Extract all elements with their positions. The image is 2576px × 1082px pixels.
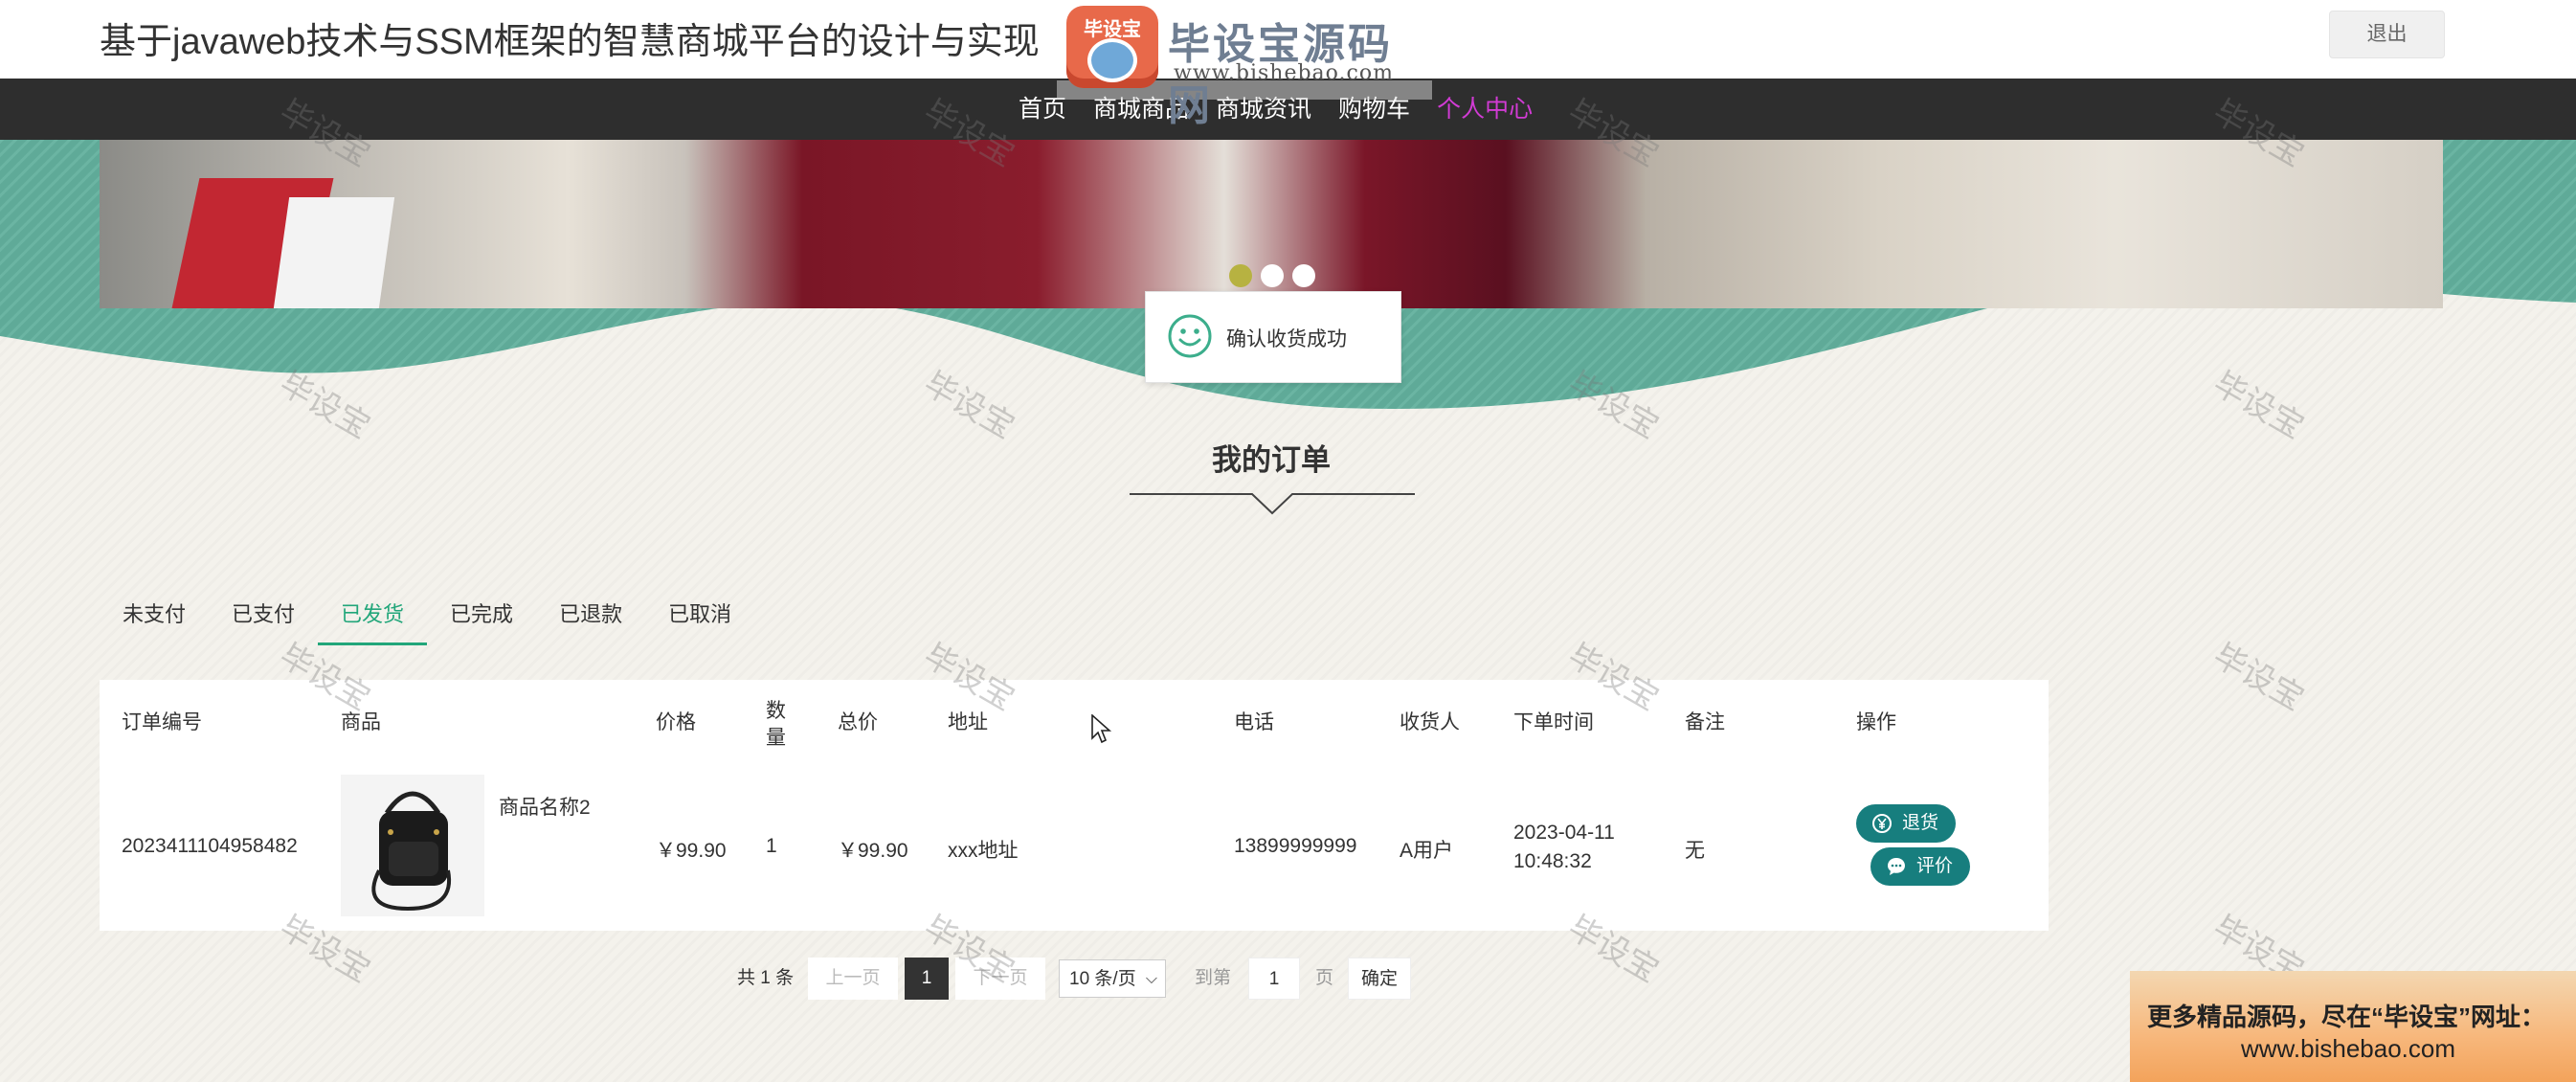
quantity: 1	[766, 835, 777, 857]
receiver: A用户	[1400, 840, 1454, 862]
site-logo: 毕设宝 毕设宝源码网 www.bishebao.com	[1057, 0, 1432, 129]
header-action: 操作	[1856, 711, 1896, 733]
toast-message: 确认收货成功	[1226, 328, 1347, 350]
review-label: 评价	[1916, 856, 1954, 876]
carousel-dot-1[interactable]	[1229, 264, 1252, 287]
promo-url: www.bishebao.com	[2241, 1034, 2455, 1063]
goto-confirm-button[interactable]: 确定	[1348, 958, 1411, 1000]
review-button[interactable]: 评价	[1870, 847, 1971, 886]
yen-icon	[1872, 814, 1892, 833]
header-total: 总价	[838, 711, 878, 733]
page-size-select[interactable]: 10 条/页 ⌵	[1059, 959, 1166, 998]
header-address: 地址	[948, 711, 988, 733]
carousel-indicators	[1229, 264, 1315, 287]
smile-icon	[1168, 314, 1212, 358]
tab-unpaid[interactable]: 未支付	[100, 596, 209, 645]
header-remark: 备注	[1685, 711, 1725, 733]
tab-refunded[interactable]: 已退款	[536, 596, 645, 645]
chat-icon	[1888, 858, 1905, 875]
logo-url: www.bishebao.com	[1174, 61, 1394, 85]
carousel-dot-3[interactable]	[1292, 264, 1315, 287]
logo-face-icon	[1087, 38, 1137, 82]
goto-page-input[interactable]: 1	[1248, 958, 1300, 1000]
total-price: ￥99.90	[838, 840, 908, 862]
order-status-tabs: 未支付 已支付 已发货 已完成 已退款 已取消	[100, 596, 754, 645]
chevron-down-icon: ⌵	[1145, 971, 1157, 987]
return-label: 退货	[1902, 813, 1939, 833]
order-no: 2023411104958482	[122, 835, 298, 857]
logout-button[interactable]: 退出	[2329, 11, 2445, 58]
phone: 13899999999	[1234, 835, 1357, 857]
watermark: 毕设宝	[2206, 637, 2310, 718]
nav-item-user-center[interactable]: 个人中心	[1437, 79, 1533, 140]
banner-image-white-bag	[273, 197, 395, 308]
promo-text: 更多精品源码，尽在“毕设宝”网址：	[2147, 1003, 2546, 1031]
tab-completed[interactable]: 已完成	[427, 596, 536, 645]
logo-badge-text: 毕设宝	[1084, 19, 1141, 40]
product-image[interactable]	[341, 775, 484, 916]
return-button[interactable]: 退货	[1856, 804, 1957, 843]
orders-table: 订单编号 商品 价格 数 量 总价 地址 电话 收货人 下单时间 备注 操作 2…	[100, 680, 2049, 931]
header-phone: 电话	[1234, 711, 1274, 733]
header-receiver: 收货人	[1400, 711, 1460, 733]
order-date: 2023-04-11	[1513, 822, 1615, 844]
address: xxx地址	[948, 840, 1019, 862]
page-title: 我的订单	[1212, 443, 1331, 477]
header-order-time: 下单时间	[1513, 711, 1594, 733]
pagination-total: 共 1 条	[737, 968, 795, 988]
promo-banner[interactable]: 更多精品源码，尽在“毕设宝”网址： www.bishebao.com	[2130, 971, 2576, 1082]
goto-label: 到第	[1195, 968, 1232, 988]
tab-shipped[interactable]: 已发货	[318, 596, 428, 645]
order-clock: 10:48:32	[1513, 850, 1592, 872]
remark: 无	[1685, 840, 1705, 862]
backpack-image	[341, 775, 484, 916]
site-title: 基于javaweb技术与SSM框架的智慧商城平台的设计与实现	[100, 22, 1040, 62]
success-toast: 确认收货成功	[1145, 291, 1401, 383]
product-name[interactable]: 商品名称2	[499, 792, 591, 821]
logo-badge: 毕设宝	[1066, 6, 1158, 88]
header-price: 价格	[656, 711, 696, 733]
price: ￥99.90	[656, 840, 727, 862]
carousel-dot-2[interactable]	[1261, 264, 1284, 287]
header-order-no: 订单编号	[122, 711, 202, 733]
page-unit-label: 页	[1315, 968, 1334, 988]
page-number-current[interactable]: 1	[905, 958, 949, 1000]
page-size-value: 10 条/页	[1069, 969, 1136, 989]
header-quantity-line1: 数	[766, 700, 786, 722]
header-quantity-line2: 量	[766, 727, 786, 749]
title-divider	[1130, 493, 1415, 515]
mouse-cursor-icon	[1091, 714, 1112, 744]
prev-page-button[interactable]: 上一页	[808, 958, 898, 1000]
tab-cancelled[interactable]: 已取消	[645, 596, 754, 645]
